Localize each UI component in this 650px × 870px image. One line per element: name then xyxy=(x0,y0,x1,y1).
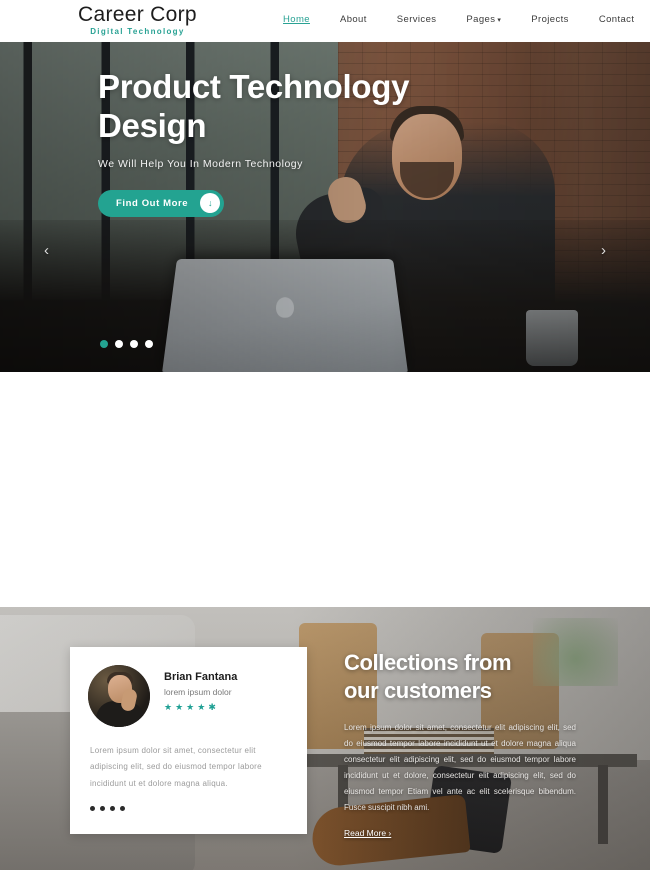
star-half-icon-5: ✱ xyxy=(208,702,216,712)
avatar xyxy=(88,665,150,727)
star-icon-3: ★ xyxy=(186,702,195,712)
main-navigation: Home About Services Pages ▾ Projects Cont… xyxy=(268,14,649,25)
carousel-dot-1[interactable] xyxy=(100,340,108,348)
carousel-next-icon[interactable]: › xyxy=(601,242,606,259)
hero-content: Product Technology Design We Will Help Y… xyxy=(98,68,518,217)
collections-text-column: Collections from our customers Lorem ips… xyxy=(344,649,576,841)
hero-title-line-2: Design xyxy=(98,106,207,144)
find-out-more-label: Find Out More xyxy=(116,197,189,209)
site-header: Career Corp Digital Technology Home Abou… xyxy=(0,0,650,42)
testimonial-dot-4[interactable] xyxy=(120,806,125,812)
brand-title: Career Corp xyxy=(78,3,197,26)
testimonial-quote: Lorem ipsum dolor sit amet, consectetur … xyxy=(90,746,262,788)
hero-subtitle: We Will Help You In Modern Technology xyxy=(98,157,303,170)
nav-item-home[interactable]: Home xyxy=(268,14,325,25)
collections-title: Collections from our customers xyxy=(344,649,576,704)
nav-item-pages[interactable]: Pages ▾ xyxy=(451,14,516,25)
read-more-link[interactable]: Read More › xyxy=(344,828,391,838)
nav-item-projects[interactable]: Projects xyxy=(516,14,584,25)
brand-subtitle: Digital Technology xyxy=(90,27,185,37)
welcome-section: Welcome To Career Corp lorem ipsum dolor… xyxy=(0,372,650,870)
carousel-dot-2[interactable] xyxy=(115,340,123,348)
testimonial-dot-2[interactable] xyxy=(100,806,105,812)
nav-item-about[interactable]: About xyxy=(325,14,382,25)
carousel-dot-4[interactable] xyxy=(145,340,153,348)
star-icon-2: ★ xyxy=(175,702,184,712)
star-rating: ★ ★ ★ ★ ✱ xyxy=(164,703,237,712)
collections-title-line-2: our customers xyxy=(344,677,492,703)
star-icon-1: ★ xyxy=(164,702,173,712)
testimonial-dot-1[interactable] xyxy=(90,806,95,812)
carousel-prev-icon[interactable]: ‹ xyxy=(44,242,49,259)
nav-item-pages-label: Pages xyxy=(466,14,496,25)
testimonial-role: lorem ipsum dolor xyxy=(164,687,232,697)
chevron-down-icon: ▾ xyxy=(497,17,502,24)
nav-item-contact[interactable]: Contact xyxy=(584,14,650,25)
testimonial-card: Brian Fantana lorem ipsum dolor ★ ★ ★ ★ … xyxy=(70,647,307,834)
nav-item-services[interactable]: Services xyxy=(382,14,452,25)
hero-title: Product Technology Design xyxy=(98,68,518,146)
collections-section: Brian Fantana lorem ipsum dolor ★ ★ ★ ★ … xyxy=(0,607,650,870)
star-icon-4: ★ xyxy=(197,702,206,712)
find-out-more-button[interactable]: Find Out More ↓ xyxy=(98,189,225,217)
hero-title-line-1: Product Technology xyxy=(98,68,410,105)
testimonial-dot-3[interactable] xyxy=(110,806,115,812)
hero-carousel: Product Technology Design We Will Help Y… xyxy=(0,42,650,372)
carousel-dots xyxy=(100,340,153,348)
carousel-dot-3[interactable] xyxy=(130,340,138,348)
testimonial-name: Brian Fantana xyxy=(164,671,238,683)
arrow-down-icon: ↓ xyxy=(200,193,221,214)
testimonial-pagination-dots xyxy=(90,806,307,812)
collections-paragraph: Lorem ipsum dolor sit amet, consectetur … xyxy=(344,723,576,812)
brand-logo[interactable]: Career Corp Digital Technology xyxy=(78,3,197,37)
collections-title-line-1: Collections from xyxy=(344,650,512,675)
